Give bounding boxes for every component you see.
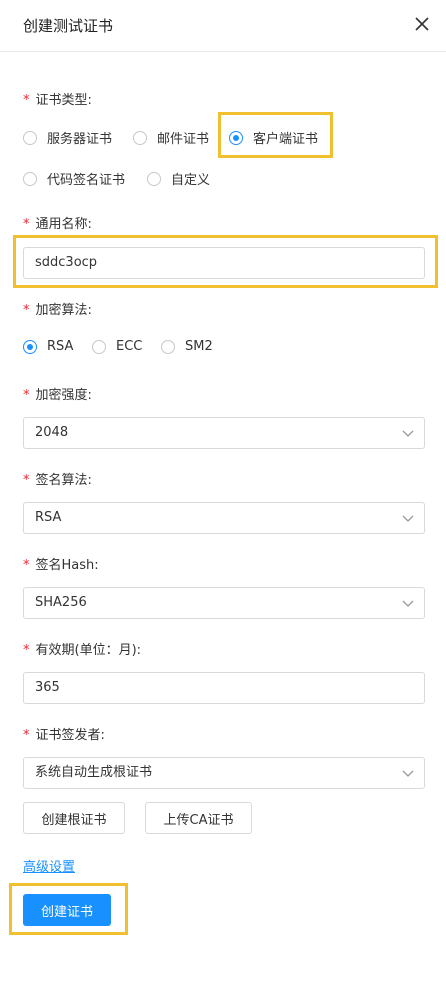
radio-circle: [133, 130, 147, 145]
radio-circle-checked: [229, 130, 243, 145]
radio-circle: [23, 171, 37, 186]
radio-sm2[interactable]: SM2: [161, 339, 213, 354]
validity-label: * 有效期(单位：月):: [23, 643, 142, 658]
common-name-label: * 通用名称:: [23, 217, 92, 232]
encryption-strength-label: * 加密强度:: [23, 388, 92, 403]
radio-email-cert[interactable]: 邮件证书: [133, 128, 209, 147]
close-icon[interactable]: [412, 14, 432, 34]
radio-server-cert[interactable]: 服务器证书: [23, 128, 112, 147]
validity-input[interactable]: 365: [23, 672, 425, 704]
encryption-strength-select[interactable]: 2048: [23, 417, 425, 449]
cert-type-label: * 证书类型:: [23, 93, 92, 108]
issuer-label: * 证书签发者:: [23, 728, 105, 743]
radio-rsa[interactable]: RSA: [23, 339, 73, 354]
radio-circle: [161, 339, 175, 354]
signature-hash-label: * 签名Hash:: [23, 558, 99, 573]
radio-client-cert[interactable]: 客户端证书: [229, 128, 318, 147]
signature-algorithm-select[interactable]: RSA: [23, 502, 425, 534]
common-name-input[interactable]: sddc3ocp: [23, 247, 425, 279]
radio-circle: [147, 171, 161, 186]
advanced-settings-link[interactable]: 高级设置: [23, 856, 75, 875]
signature-algorithm-label: * 签名算法:: [23, 473, 92, 488]
issuer-select[interactable]: 系统自动生成根证书: [23, 757, 425, 789]
chevron-down-icon: [402, 430, 414, 437]
chevron-down-icon: [402, 515, 414, 522]
signature-hash-select[interactable]: SHA256: [23, 587, 425, 619]
dialog-header: 创建测试证书: [0, 0, 446, 52]
radio-ecc[interactable]: ECC: [92, 339, 142, 354]
radio-circle-checked: [23, 339, 37, 354]
chevron-down-icon: [402, 770, 414, 777]
radio-circle: [92, 339, 106, 354]
create-cert-button[interactable]: 创建证书: [23, 894, 111, 926]
radio-circle: [23, 130, 37, 145]
chevron-down-icon: [402, 600, 414, 607]
upload-ca-cert-button[interactable]: 上传CA证书: [145, 802, 252, 834]
radio-custom[interactable]: 自定义: [147, 169, 210, 188]
encryption-algorithm-label: * 加密算法:: [23, 303, 92, 318]
dialog-title: 创建测试证书: [23, 17, 114, 35]
radio-code-sign-cert[interactable]: 代码签名证书: [23, 169, 125, 188]
create-root-cert-button[interactable]: 创建根证书: [23, 802, 125, 834]
